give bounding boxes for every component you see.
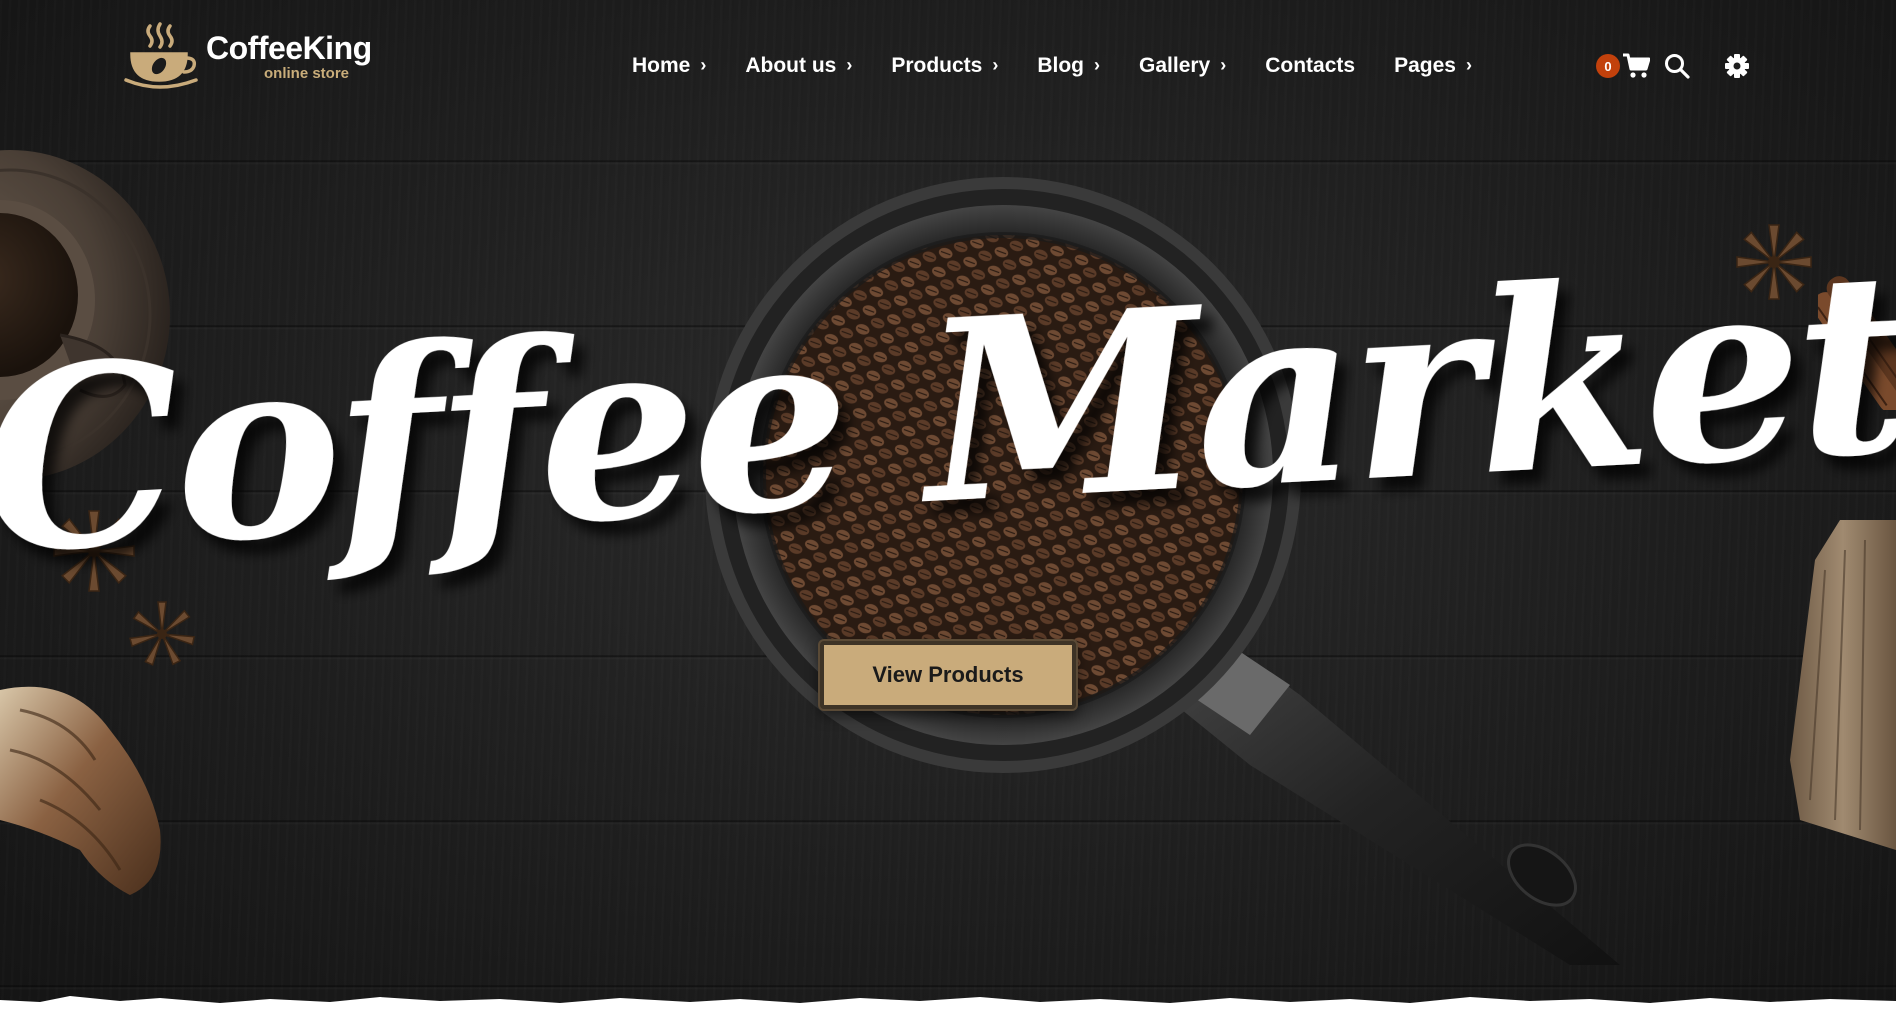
nav-item-label: Gallery bbox=[1139, 54, 1211, 77]
chevron-right-icon: › bbox=[992, 54, 999, 75]
nav-item-blog[interactable]: Blog › bbox=[1037, 54, 1100, 78]
cart-count-badge: 0 bbox=[1596, 54, 1620, 78]
gear-icon[interactable] bbox=[1724, 53, 1750, 79]
nav-item-label: Products bbox=[891, 54, 983, 77]
chevron-right-icon: › bbox=[1094, 54, 1101, 75]
nav-item-products[interactable]: Products › bbox=[891, 54, 998, 78]
brand-name: CoffeeKing bbox=[206, 29, 372, 66]
cart-button[interactable]: 0 bbox=[1596, 53, 1650, 79]
star-anise-decoration bbox=[1736, 224, 1812, 300]
nav-item-label: Pages bbox=[1394, 54, 1456, 77]
chevron-right-icon: › bbox=[1220, 54, 1227, 75]
cart-icon bbox=[1623, 53, 1650, 78]
croissant-decoration bbox=[0, 686, 161, 895]
torn-paper-edge bbox=[0, 996, 1896, 1027]
wooden-board-decoration bbox=[1790, 520, 1896, 850]
nav-item-about-us[interactable]: About us › bbox=[745, 54, 852, 78]
frying-pan-decoration bbox=[705, 177, 1620, 965]
nav-item-label: Contacts bbox=[1265, 54, 1356, 77]
brand-tagline: online store bbox=[264, 64, 350, 82]
main-nav: Home › About us › Products › Blog › Gall… bbox=[632, 50, 1511, 82]
nav-item-home[interactable]: Home › bbox=[632, 54, 706, 78]
nav-item-label: Blog bbox=[1037, 54, 1085, 77]
cinnamon-decoration bbox=[1818, 276, 1896, 410]
search-icon[interactable] bbox=[1664, 53, 1690, 79]
nav-item-label: Home bbox=[632, 54, 691, 77]
chevron-right-icon: › bbox=[700, 54, 707, 75]
hero-section: Coffee Market CoffeeKing online store Ho… bbox=[0, 0, 1896, 1027]
chevron-right-icon: › bbox=[846, 54, 853, 75]
nav-item-label: About us bbox=[745, 54, 837, 77]
star-anise-decoration bbox=[53, 510, 135, 592]
chevron-right-icon: › bbox=[1465, 54, 1472, 75]
coffee-cup-icon bbox=[124, 22, 198, 89]
nav-item-pages[interactable]: Pages › bbox=[1394, 54, 1472, 78]
coffee-cup-decoration bbox=[0, 150, 170, 480]
view-products-button[interactable]: View Products bbox=[820, 641, 1076, 709]
nav-item-gallery[interactable]: Gallery › bbox=[1139, 54, 1226, 78]
header-tools: 0 bbox=[1596, 48, 1750, 84]
star-anise-decoration bbox=[129, 601, 196, 666]
brand-logo[interactable]: CoffeeKing online store bbox=[124, 22, 372, 90]
nav-item-contacts[interactable]: Contacts bbox=[1265, 54, 1355, 78]
